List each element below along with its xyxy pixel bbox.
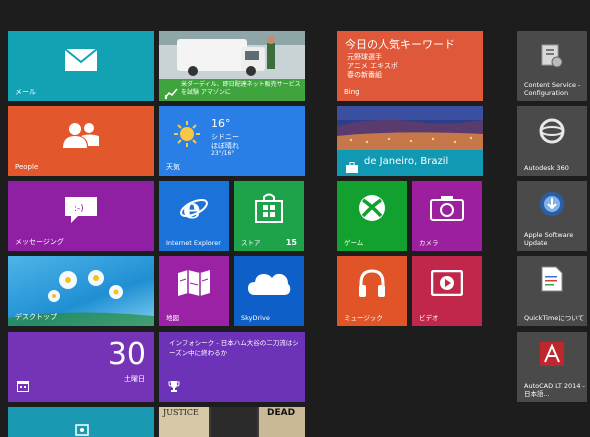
tile-label: Apple Software Update <box>524 231 574 247</box>
content-service-tile[interactable]: Content Service - Configuration <box>517 31 587 101</box>
store-bag-icon <box>255 193 283 227</box>
tile-label: ゲーム <box>344 239 364 247</box>
suitcase-icon <box>345 158 359 176</box>
tile-label: Content Service - Configuration <box>524 81 581 97</box>
video-play-icon <box>430 270 464 300</box>
people-tile[interactable]: People <box>8 106 154 176</box>
calendar-icon <box>17 377 29 396</box>
desktop-tile[interactable]: デスクトップ <box>8 256 154 326</box>
bing-tile[interactable]: 今日の人気キーワード 元野球選手 アニメ エキスポ 春の新番組 Bing <box>337 31 483 101</box>
tile-label: People <box>15 163 39 171</box>
cover-title: JUSTICE <box>163 408 199 417</box>
content-service-icon <box>540 43 564 73</box>
tile-label: SkyDrive <box>241 314 270 322</box>
sun-icon <box>173 120 201 152</box>
tile-label: メッセージング <box>15 238 64 246</box>
tile-label: Internet Explorer <box>166 239 221 247</box>
mail-tile[interactable]: メール <box>8 31 154 101</box>
cover-title: DEAD <box>267 408 296 418</box>
travel-caption: de Janeiro, Brazil <box>364 156 449 167</box>
internet-explorer-tile[interactable]: e Internet Explorer <box>159 181 229 251</box>
messaging-tile[interactable]: :-) メッセージング <box>8 181 154 251</box>
tile-label: Autodesk 360 <box>524 164 569 172</box>
headphones-icon <box>357 268 387 302</box>
camera-icon <box>430 195 464 225</box>
xbox-icon <box>358 194 386 226</box>
maps-tile[interactable]: 地図 <box>159 256 229 326</box>
tile-label: 地図 <box>166 314 179 322</box>
skydrive-tile[interactable]: SkyDrive <box>234 256 304 326</box>
tile-label: Bing <box>344 88 360 96</box>
autocad-lt-tile[interactable]: AutoCAD LT 2014 - 日本語... <box>517 332 587 402</box>
tile-label: デスクトップ <box>15 313 57 321</box>
games-tile[interactable]: ゲーム <box>337 181 407 251</box>
tile-label: QuickTimeについて <box>524 314 585 322</box>
bing-title: 今日の人気キーワード <box>345 38 455 51</box>
quicktime-about-tile[interactable]: QuickTimeについて <box>517 256 587 326</box>
apple-update-icon <box>539 191 565 221</box>
tile-label: AutoCAD LT 2014 - 日本語... <box>524 382 585 398</box>
sports-news-tile[interactable]: インフォシーク - 日本ハム大谷の二刀流はシーズン中に終わるか <box>159 332 305 402</box>
mail-icon <box>64 48 98 76</box>
bing-keyword: 春の新番組 <box>347 71 382 79</box>
news-caption-bar: 米ダーディル、即日配達ネット販売サービスを試験 アマゾンに <box>159 79 305 101</box>
city-night-photo <box>337 106 483 154</box>
delivery-truck-photo <box>159 31 305 83</box>
autodesk-360-icon <box>539 118 565 148</box>
calendar-day: 30 <box>107 337 146 372</box>
news-caption: 米ダーディル、即日配達ネット販売サービスを試験 アマゾンに <box>181 81 301 96</box>
tile-label: メール <box>15 88 36 96</box>
tile-label: 天気 <box>166 163 180 171</box>
trend-icon <box>164 84 178 101</box>
weather-tile[interactable]: 16° シドニー ほぼ晴れ 23°/16° 天気 <box>159 106 305 176</box>
video-tile[interactable]: ビデオ <box>412 256 482 326</box>
bing-keyword: 元野球選手 <box>347 53 382 61</box>
trophy-icon <box>168 377 180 396</box>
svg-text::-): :-) <box>74 204 84 214</box>
weather-range: 23°/16° <box>211 150 235 157</box>
cloud-icon <box>247 270 291 300</box>
messaging-icon: :-) <box>64 196 98 228</box>
music-tile[interactable]: ミュージック <box>337 256 407 326</box>
internet-explorer-icon: e <box>179 192 209 227</box>
autodesk-360-tile[interactable]: Autodesk 360 <box>517 106 587 176</box>
apple-software-update-tile[interactable]: Apple Software Update <box>517 181 587 251</box>
bing-keyword: アニメ エキスポ <box>347 62 398 70</box>
calendar-weekday: 土曜日 <box>124 375 145 383</box>
autocad-icon <box>539 341 565 371</box>
camera-tile[interactable]: カメラ <box>412 181 482 251</box>
store-badge: 15 <box>285 238 297 247</box>
tile-label: カメラ <box>419 239 439 247</box>
svg-text:e: e <box>183 193 201 223</box>
weather-temperature: 16° <box>211 117 231 130</box>
tile-label: ビデオ <box>419 314 439 322</box>
tile-label: ミュージック <box>344 314 383 322</box>
sports-headline: インフォシーク - 日本ハム大谷の二刀流はシーズン中に終わるか <box>169 339 299 357</box>
store-tile[interactable]: ストア 15 <box>234 181 304 251</box>
tile-label: ストア <box>241 239 261 247</box>
calendar-tile[interactable]: 30 土曜日 <box>8 332 154 402</box>
document-icon <box>541 266 563 296</box>
people-icon <box>61 122 101 152</box>
travel-tile[interactable]: de Janeiro, Brazil <box>337 106 483 176</box>
map-icon <box>177 269 211 301</box>
app-icon <box>75 421 89 437</box>
news-photo-tile[interactable]: 米ダーディル、即日配達ネット販売サービスを試験 アマゾンに <box>159 31 305 101</box>
